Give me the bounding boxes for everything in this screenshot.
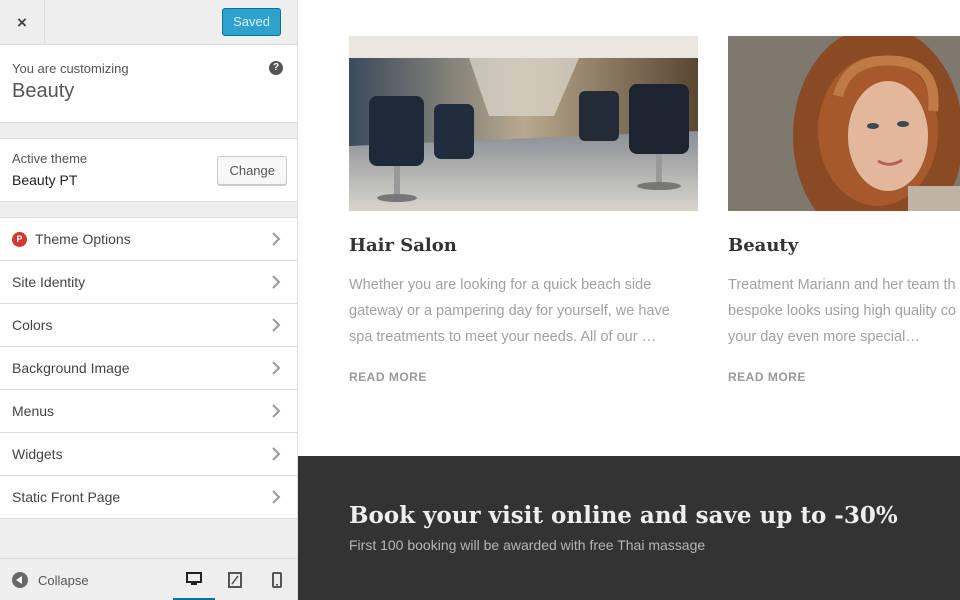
mobile-preview-icon[interactable] xyxy=(256,559,298,600)
active-theme-panel: Active theme Beauty PT Change xyxy=(0,138,297,202)
change-theme-button[interactable]: Change xyxy=(217,156,287,185)
section-theme-options[interactable]: P Theme Options xyxy=(0,218,297,261)
customizer-sections: P Theme Options Site Identity Colors Bac… xyxy=(0,217,297,519)
collapse-arrow-icon xyxy=(12,572,28,588)
excerpt-line: your day even more special… xyxy=(728,329,920,345)
section-label: Widgets xyxy=(12,446,63,462)
chevron-right-icon xyxy=(272,404,281,418)
close-icon[interactable]: × xyxy=(0,0,45,45)
woman-portrait-photo xyxy=(728,36,960,211)
customizing-label: You are customizing xyxy=(12,61,129,76)
section-static-front-page[interactable]: Static Front Page xyxy=(0,476,297,519)
card-title[interactable]: Beauty xyxy=(728,235,960,256)
section-label: Theme Options xyxy=(35,231,131,247)
read-more-link[interactable]: READ MORE xyxy=(728,370,960,384)
section-label: Colors xyxy=(12,317,53,333)
section-label: Site Identity xyxy=(12,274,86,290)
excerpt-line: gateway or a pampering day for yourself,… xyxy=(349,303,670,319)
read-more-link[interactable]: READ MORE xyxy=(349,370,698,384)
section-label: Menus xyxy=(12,403,55,419)
chevron-right-icon xyxy=(272,275,281,289)
excerpt-line: Whether you are looking for a quick beac… xyxy=(349,277,652,293)
salon-photo xyxy=(349,36,698,211)
section-label: Background Image xyxy=(12,360,130,376)
customizer-footer: Collapse xyxy=(0,558,297,600)
tablet-icon xyxy=(228,572,242,588)
chevron-right-icon xyxy=(272,490,281,504)
beauty-image[interactable] xyxy=(728,36,960,211)
excerpt-line: Treatment Mariann and her team th xyxy=(728,277,956,293)
section-colors[interactable]: Colors xyxy=(0,304,297,347)
section-widgets[interactable]: Widgets xyxy=(0,433,297,476)
desktop-icon xyxy=(186,571,202,585)
desktop-preview-icon[interactable] xyxy=(173,559,215,600)
hair-salon-image[interactable] xyxy=(349,36,698,211)
tablet-preview-icon[interactable] xyxy=(214,559,256,600)
card-title[interactable]: Hair Salon xyxy=(349,235,698,256)
chevron-right-icon xyxy=(272,232,281,246)
customizing-info: You are customizing Beauty ? xyxy=(0,45,297,123)
collapse-label: Collapse xyxy=(38,572,89,588)
section-menus[interactable]: Menus xyxy=(0,390,297,433)
section-label: Static Front Page xyxy=(12,489,121,505)
chevron-right-icon xyxy=(272,361,281,375)
collapse-button[interactable]: Collapse xyxy=(12,572,89,588)
customizer-sidebar: × Saved You are customizing Beauty ? Act… xyxy=(0,0,298,600)
saved-button[interactable]: Saved xyxy=(222,8,281,36)
site-title: Beauty xyxy=(12,80,75,102)
excerpt-line: bespoke looks using high quality co xyxy=(728,303,957,319)
theme-logo-icon: P xyxy=(12,231,27,247)
section-site-identity[interactable]: Site Identity xyxy=(0,261,297,304)
card-excerpt: Whether you are looking for a quick beac… xyxy=(349,272,698,350)
section-background-image[interactable]: Background Image xyxy=(0,347,297,390)
help-icon[interactable]: ? xyxy=(269,61,283,75)
customizer-header: × Saved xyxy=(0,0,297,45)
card-excerpt: Treatment Mariann and her team th bespok… xyxy=(728,272,960,350)
service-card: Beauty Treatment Mariann and her team th… xyxy=(728,36,960,384)
excerpt-line: spa treatments to meet your needs. All o… xyxy=(349,329,657,345)
mobile-icon xyxy=(272,572,282,588)
banner-title: Book your visit online and save up to -3… xyxy=(349,502,898,529)
service-card: Hair Salon Whether you are looking for a… xyxy=(349,36,698,384)
site-preview: Hair Salon Whether you are looking for a… xyxy=(298,0,960,600)
chevron-right-icon xyxy=(272,318,281,332)
banner-subtitle: First 100 booking will be awarded with f… xyxy=(349,537,706,553)
chevron-right-icon xyxy=(272,447,281,461)
booking-banner: Book your visit online and save up to -3… xyxy=(298,456,960,600)
